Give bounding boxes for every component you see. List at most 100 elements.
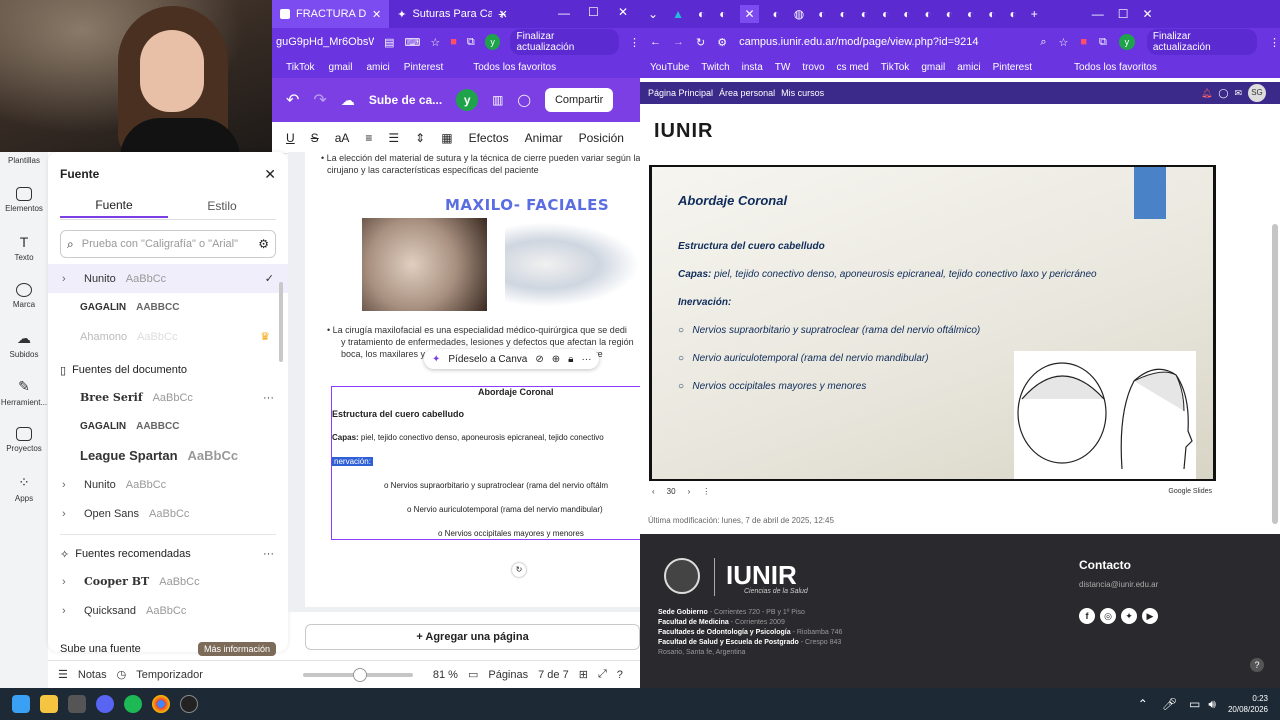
tab-favicon[interactable]: ◐ bbox=[773, 7, 780, 21]
bookmark-twitch[interactable]: Twitch bbox=[701, 62, 729, 73]
sidebar-item-uploads[interactable]: ☁ Subidos bbox=[0, 320, 48, 368]
timer-button[interactable]: Temporizador bbox=[136, 669, 203, 681]
upload-status-button[interactable]: Sube de ca... bbox=[369, 93, 442, 107]
upload-font-link[interactable]: Sube una fuente bbox=[60, 643, 141, 655]
prev-slide-icon[interactable]: ‹ bbox=[652, 487, 655, 496]
google-slides-label[interactable]: Google Slides bbox=[1168, 488, 1212, 495]
puzzle-icon[interactable]: ⧉ bbox=[467, 36, 475, 49]
font-item-bree-serif[interactable]: Bree Serif AaBbCc ··· bbox=[48, 383, 288, 412]
zoom-icon[interactable]: ⌕ bbox=[1040, 36, 1046, 49]
minimize-icon[interactable]: — bbox=[558, 6, 570, 20]
spacing-icon[interactable]: ⇕ bbox=[415, 131, 425, 145]
close-tab-icon[interactable]: ✕ bbox=[740, 5, 759, 23]
minimize-icon[interactable]: — bbox=[1092, 7, 1104, 21]
reload-icon[interactable]: ↻ bbox=[696, 36, 705, 49]
bookmark-all-favorites[interactable]: Todos los favoritos bbox=[473, 62, 556, 73]
bookmark-youtube[interactable]: YouTube bbox=[650, 62, 689, 73]
bookmark-gmail[interactable]: gmail bbox=[921, 62, 945, 73]
site-info-icon[interactable]: ⚙ bbox=[717, 36, 727, 49]
tab-dropdown-icon[interactable]: ⌄ bbox=[648, 7, 658, 21]
help-icon[interactable]: ? bbox=[617, 669, 623, 681]
tab-favicon[interactable]: ◐ bbox=[840, 7, 847, 21]
star-icon[interactable]: ☆ bbox=[430, 36, 440, 49]
tab-favicon[interactable]: ◐ bbox=[1010, 7, 1017, 21]
instagram-icon[interactable]: ◎ bbox=[1100, 608, 1116, 624]
tab-favicon[interactable]: ◐ bbox=[882, 7, 889, 21]
contact-email[interactable]: distancia@iunir.edu.ar bbox=[1079, 580, 1158, 589]
strikethrough-icon[interactable]: S bbox=[311, 131, 319, 145]
font-item-quicksand[interactable]: › Quicksand AaBbCc bbox=[48, 596, 288, 625]
design-page[interactable]: • La elección del material de sutura y l… bbox=[305, 152, 641, 607]
bookmark-insta[interactable]: insta bbox=[742, 62, 763, 73]
puzzle-icon[interactable]: ⧉ bbox=[1099, 36, 1107, 49]
profile-icon[interactable]: y bbox=[484, 34, 501, 50]
zoom-level[interactable]: 81 % bbox=[433, 669, 458, 681]
twitter-icon[interactable]: ✦ bbox=[1121, 608, 1137, 624]
sidebar-item-projects[interactable]: Proyectos bbox=[0, 416, 48, 464]
tab-favicon[interactable]: ◐ bbox=[818, 7, 825, 21]
embedded-slide[interactable]: Abordaje Coronal Estructura del cuero ca… bbox=[649, 165, 1216, 481]
bell-icon[interactable]: 🔔︎ bbox=[1201, 88, 1212, 99]
bookmark-gmail[interactable]: gmail bbox=[329, 62, 353, 73]
drive-tab-icon[interactable]: ▲ bbox=[672, 7, 684, 21]
back-icon[interactable]: ← bbox=[650, 36, 661, 48]
youtube-icon[interactable]: ▶ bbox=[1142, 608, 1158, 624]
forward-icon[interactable]: → bbox=[673, 36, 684, 48]
timer-icon[interactable]: ◷ bbox=[117, 668, 127, 681]
sidebar-item-apps[interactable]: ⁘ Apps bbox=[0, 464, 48, 512]
star-icon[interactable]: ☆ bbox=[1059, 36, 1069, 49]
update-button[interactable]: Finalizar actualización bbox=[510, 29, 619, 55]
more-options-icon[interactable]: ··· bbox=[263, 548, 274, 560]
tab-font[interactable]: Fuente bbox=[60, 198, 168, 218]
tab-favicon[interactable]: ◐ bbox=[719, 7, 726, 21]
bookmark-pinterest[interactable]: Pinterest bbox=[404, 62, 443, 73]
underline-icon[interactable]: U bbox=[286, 131, 295, 145]
microphone-icon[interactable]: 🎤︎ bbox=[1162, 697, 1177, 711]
rotate-handle-icon[interactable]: ↻ bbox=[512, 563, 526, 577]
pages-button[interactable]: Páginas bbox=[488, 669, 528, 681]
volume-icon[interactable]: 🔊︎ bbox=[1208, 697, 1216, 712]
new-tab-icon[interactable]: + bbox=[1031, 7, 1038, 21]
tab-fractura[interactable]: FRACTURA DE CRA ✕ bbox=[272, 0, 390, 28]
font-item-nunito[interactable]: › Nunito AaBbCc ✓ bbox=[48, 264, 288, 293]
bookmark-amici[interactable]: amici bbox=[957, 62, 980, 73]
sidebar-item-text[interactable]: T Texto bbox=[0, 224, 48, 272]
cloud-save-icon[interactable]: ☁ bbox=[341, 92, 355, 109]
ask-canva-popup[interactable]: ✦ Pídeselo a Canva ⊘ ⊕ 🔒︎ ··· bbox=[424, 349, 600, 369]
kebab-menu-icon[interactable]: ⋮ bbox=[1269, 36, 1280, 49]
bookmark-tiktok[interactable]: TikTok bbox=[881, 62, 910, 73]
redo-icon[interactable]: ↷ bbox=[313, 90, 326, 110]
iunir-logo[interactable]: IUNIR bbox=[654, 120, 713, 143]
avatar[interactable]: y bbox=[456, 89, 479, 111]
bookmark-trovo[interactable]: trovo bbox=[802, 62, 824, 73]
close-window-icon[interactable]: ✕ bbox=[1143, 7, 1153, 21]
notes-icon[interactable]: ☰ bbox=[58, 668, 68, 681]
kebab-menu-icon[interactable]: ⋮ bbox=[629, 36, 640, 49]
tab-favicon[interactable]: ◐ bbox=[698, 7, 705, 21]
bookmark-pinterest[interactable]: Pinterest bbox=[993, 62, 1032, 73]
mail-icon[interactable]: ✉ bbox=[1234, 88, 1242, 99]
position-button[interactable]: Posición bbox=[579, 131, 624, 145]
skull-image-1[interactable] bbox=[362, 218, 487, 311]
filter-icon[interactable]: ⚙ bbox=[258, 237, 269, 251]
font-item-gagalin-doc[interactable]: GAGALIN AABBCC bbox=[48, 412, 288, 441]
list-icon[interactable]: ☰ bbox=[388, 131, 399, 145]
font-list-scrollbar[interactable] bbox=[279, 282, 283, 362]
extension-icon[interactable]: ■ bbox=[450, 36, 457, 48]
file-explorer-icon[interactable] bbox=[40, 695, 58, 713]
url-text[interactable]: campus.iunir.edu.ar/mod/page/view.php?id… bbox=[739, 36, 1028, 48]
bookmark-tiktok[interactable]: TikTok bbox=[286, 62, 315, 73]
maximize-icon[interactable]: ☐ bbox=[588, 5, 599, 19]
tab-suturas[interactable]: ✦ Suturas Para Cada ✕ bbox=[389, 0, 515, 28]
user-avatar[interactable]: SG bbox=[1248, 84, 1266, 102]
nav-home-link[interactable]: Página Principal bbox=[648, 88, 713, 98]
close-icon[interactable]: ✕ bbox=[264, 166, 276, 183]
bookmark-all-favorites[interactable]: Todos los favoritos bbox=[1074, 62, 1157, 73]
comment-icon[interactable]: ◯ bbox=[518, 93, 531, 107]
tab-favicon[interactable]: ◍ bbox=[794, 7, 804, 21]
animate-button[interactable]: Animar bbox=[525, 131, 563, 145]
tray-chevron-icon[interactable]: ⌃ bbox=[1138, 697, 1148, 711]
font-item-open-sans[interactable]: › Open Sans AaBbCc bbox=[48, 499, 288, 528]
font-item-cooper[interactable]: › Cooper BT AaBbCc bbox=[48, 567, 288, 596]
sidebar-item-brand[interactable]: Marca bbox=[0, 272, 48, 320]
